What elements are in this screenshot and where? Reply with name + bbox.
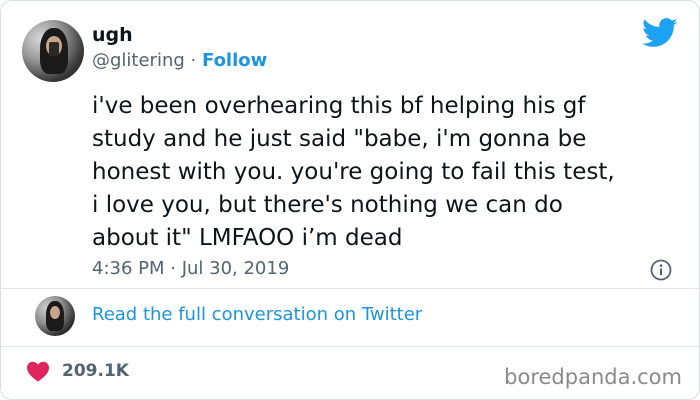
handle-separator: · [190, 50, 197, 71]
conversation-avatar[interactable] [35, 296, 75, 336]
tweet-text: i've been overhearing this bf helping hi… [92, 93, 615, 251]
twitter-bird-icon[interactable] [642, 18, 678, 48]
like-count: 209.1K [62, 361, 129, 381]
author-handle[interactable]: @glitering [92, 50, 185, 71]
author-display-name[interactable]: ugh [92, 24, 133, 46]
avatar-face [50, 306, 60, 319]
author-handle-line: @glitering · Follow [92, 50, 267, 72]
divider [0, 346, 700, 347]
boredpanda-watermark: boredpanda.com [504, 365, 682, 389]
author-avatar[interactable] [22, 20, 84, 82]
heart-icon[interactable] [26, 360, 50, 382]
divider [0, 288, 700, 289]
info-icon[interactable] [650, 259, 672, 281]
read-conversation-link[interactable]: Read the full conversation on Twitter [92, 304, 422, 326]
avatar-phone [49, 42, 59, 56]
follow-button[interactable]: Follow [202, 50, 267, 71]
tweet-timestamp[interactable]: 4:36 PM · Jul 30, 2019 [92, 258, 289, 280]
